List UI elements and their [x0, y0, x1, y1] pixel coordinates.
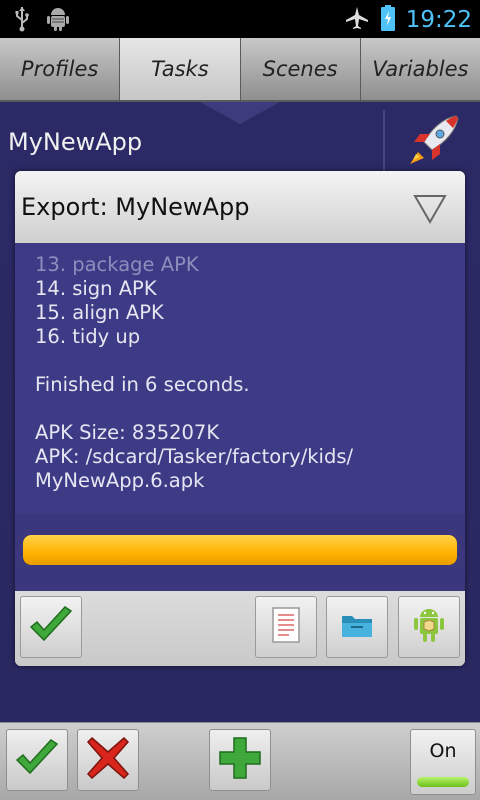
accept-check-icon: [14, 738, 60, 782]
dropdown-triangle-icon[interactable]: [413, 193, 447, 229]
tab-variables[interactable]: Variables: [361, 38, 480, 100]
log-line: 15. align APK: [35, 301, 164, 324]
battery-icon: [380, 4, 396, 36]
dialog-header: Export: MyNewApp: [15, 171, 465, 243]
open-folder-button[interactable]: [326, 596, 388, 658]
confirm-check-icon: [28, 605, 74, 649]
tab-scenes[interactable]: Scenes: [241, 38, 361, 100]
android-package-icon: [411, 605, 447, 649]
rocket-icon[interactable]: [404, 112, 462, 172]
dialog-title: Export: MyNewApp: [21, 193, 250, 221]
cancel-button[interactable]: [77, 729, 139, 791]
bottom-action-bar: On: [0, 722, 480, 800]
add-button[interactable]: [209, 729, 271, 791]
progress-area: [15, 513, 465, 591]
progress-fill: [23, 535, 457, 565]
android-debug-icon: [46, 6, 70, 36]
toggle-label: On: [429, 740, 457, 762]
document-icon: [271, 606, 301, 648]
dialog-ok-button[interactable]: [20, 596, 82, 658]
add-plus-icon: [218, 736, 262, 784]
divider: [383, 110, 385, 172]
view-log-button[interactable]: [255, 596, 317, 658]
task-name[interactable]: MyNewApp: [8, 128, 142, 156]
tab-bar: Profiles Tasks Scenes Variables: [0, 38, 480, 102]
folder-icon: [340, 611, 374, 643]
install-apk-button[interactable]: [398, 596, 460, 658]
log-line: 14. sign APK: [35, 277, 157, 300]
cancel-x-icon: [86, 736, 130, 784]
airplane-mode-icon: [344, 5, 370, 35]
clock: 19:22: [405, 7, 472, 33]
tab-tasks[interactable]: Tasks: [120, 38, 241, 100]
status-bar: 19:22: [0, 0, 480, 38]
enable-toggle[interactable]: On: [410, 729, 476, 795]
export-log: 13. package APK 14. sign APK 15. align A…: [15, 243, 465, 513]
accept-button[interactable]: [6, 729, 68, 791]
log-apk-filename: MyNewApp.6.apk: [35, 469, 205, 492]
toggle-indicator: [417, 777, 469, 787]
usb-icon: [14, 6, 30, 36]
dialog-button-bar: [15, 591, 465, 666]
export-dialog: Export: MyNewApp 13. package APK 14. sig…: [15, 171, 465, 666]
log-finished: Finished in 6 seconds.: [35, 373, 250, 396]
export-progress-bar: [23, 535, 457, 565]
log-line: 13. package APK: [35, 253, 199, 276]
log-apk-size: APK Size: 835207K: [35, 421, 220, 444]
log-apk-path: APK: /sdcard/Tasker/factory/kids/: [35, 445, 354, 468]
log-line: 16. tidy up: [35, 325, 141, 348]
tab-profiles[interactable]: Profiles: [0, 38, 121, 100]
active-tab-indicator: [200, 102, 280, 124]
